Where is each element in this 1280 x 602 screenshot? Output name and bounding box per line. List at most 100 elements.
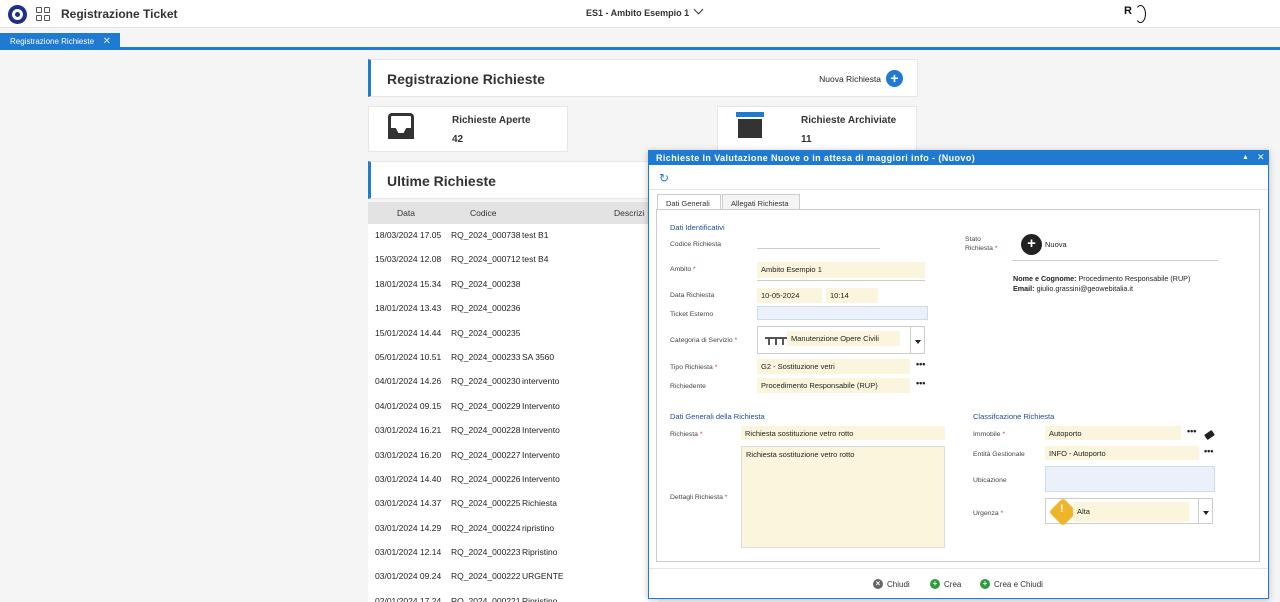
cell-desc: Intervento [522, 400, 560, 411]
cell-date: 15/01/2024 14.44 [375, 327, 442, 338]
cell-code: RQ_2024_000221 [451, 595, 521, 602]
apps-grid-icon[interactable] [36, 7, 50, 21]
requester-field[interactable]: Procedimento Responsabile (RUP) [757, 378, 910, 393]
registration-header-panel: Registrazione Richieste Nuova Richiesta … [368, 59, 918, 97]
table-row[interactable]: 03/01/2024 12.14 RQ_2024_000223 Ripristino [368, 541, 658, 565]
cell-code: RQ_2024_000225 [451, 498, 521, 509]
eraser-icon[interactable] [1204, 429, 1215, 441]
table-row[interactable]: 18/03/2024 17.05 RQ_2024_000738 test B1 [368, 224, 658, 248]
table-row[interactable]: 04/01/2024 14.26 RQ_2024_000230 intervento [368, 370, 658, 394]
table-row[interactable]: 03/01/2024 14.37 RQ_2024_000225 Richiesta [368, 492, 658, 516]
urgency-dropdown-icon[interactable] [1198, 498, 1213, 524]
requests-table: 18/03/2024 17.05 RQ_2024_000738 test B1 15/… [368, 224, 658, 602]
table-row[interactable]: 02/01/2024 17.24 RQ_2024_000221 Ripristino [368, 590, 658, 602]
archived-requests-card[interactable]: Richieste Archiviate 11 [717, 106, 917, 152]
tab-strip: Registrazione Richieste ✕ [0, 33, 1280, 50]
section-classification: Classifcazione Richiesta [973, 412, 1055, 421]
inbox-icon [388, 113, 414, 139]
create-and-close-button[interactable]: + Crea e Chiudi [980, 579, 1043, 589]
table-row[interactable]: 05/01/2024 10.51 RQ_2024_000233 SA 3560 [368, 346, 658, 370]
table-row[interactable]: 15/03/2024 12.08 RQ_2024_000712 test B4 [368, 248, 658, 272]
plus-icon: + [886, 70, 903, 87]
request-date-field[interactable]: 10-05-2024 [757, 288, 822, 303]
table-row[interactable]: 18/01/2024 13.43 RQ_2024_000236 [368, 297, 658, 321]
cell-code: RQ_2024_000235 [451, 327, 521, 338]
table-row[interactable]: 03/01/2024 09.24 RQ_2024_000222 URGENTE [368, 565, 658, 589]
cell-desc: Intervento [522, 449, 560, 460]
cell-date: 03/01/2024 14.37 [375, 498, 442, 509]
open-requests-count: 42 [452, 134, 464, 145]
table-row[interactable]: 03/01/2024 14.29 RQ_2024_000224 ripristino [368, 517, 658, 541]
column-header-code[interactable]: Codice [470, 208, 496, 218]
minimize-icon[interactable]: ▲ [1242, 154, 1249, 161]
new-request-label: Nuova Richiesta [819, 73, 881, 84]
cell-date: 18/01/2024 15.34 [375, 278, 442, 289]
cell-desc: Ripristino [522, 547, 558, 558]
new-request-button[interactable]: Nuova Richiesta + [819, 70, 903, 87]
latest-requests-header: Ultime Richieste [368, 161, 658, 199]
divider [649, 189, 1268, 190]
request-type-more-icon[interactable]: ••• [916, 359, 925, 369]
urgency-value: Alta [1073, 502, 1189, 522]
table-row[interactable]: 18/01/2024 15.34 RQ_2024_000238 [368, 273, 658, 297]
close-icon[interactable]: ✕ [1257, 152, 1265, 163]
plus-circle-icon: + [980, 579, 990, 589]
cell-date: 15/03/2024 12.08 [375, 254, 442, 265]
app-logo-icon[interactable] [8, 5, 27, 24]
create-button[interactable]: + Crea [930, 579, 961, 589]
plus-circle-icon: + [930, 579, 940, 589]
close-circle-icon: × [873, 579, 883, 589]
request-time-field[interactable]: 10:14 [826, 288, 878, 303]
refresh-icon[interactable]: ↻ [659, 171, 669, 185]
external-ticket-field[interactable] [757, 306, 928, 320]
table-row[interactable]: 03/01/2024 16.21 RQ_2024_000228 Intervento [368, 419, 658, 443]
context-selector[interactable]: ES1 - Ambito Esempio 1 [586, 4, 704, 18]
label-external-ticket: Ticket Esterno [670, 311, 714, 318]
cell-date: 05/01/2024 10.51 [375, 351, 442, 362]
status-plus-icon[interactable]: + [1021, 234, 1042, 255]
tab-attachments[interactable]: Allegati Richiesta [722, 194, 800, 210]
property-field[interactable]: Autoporto [1045, 426, 1181, 440]
label-requester: Richiedente [670, 383, 706, 390]
cell-desc: URGENTE [522, 571, 564, 582]
location-field[interactable] [1045, 466, 1215, 492]
property-more-icon[interactable]: ••• [1187, 426, 1196, 436]
table-row[interactable]: 03/01/2024 16.20 RQ_2024_000227 Intervento [368, 444, 658, 468]
table-row[interactable]: 03/01/2024 14.40 RQ_2024_000226 Intervento [368, 468, 658, 492]
open-requests-label: Richieste Aperte [452, 115, 531, 126]
label-managing-entity: Entità Gestionale [973, 451, 1025, 458]
label-property: Immobile * [973, 431, 1006, 438]
request-type-field[interactable]: G2 - Sostituzione vetri [757, 359, 910, 374]
open-requests-card[interactable]: Richieste Aperte 42 [368, 106, 568, 152]
cell-desc: test B4 [522, 254, 549, 265]
contact-email: Email: giulio.grassini@geowebitalia.it [1013, 284, 1133, 293]
request-details-textarea[interactable]: Richiesta sostituzione vetro rotto [741, 446, 945, 548]
cell-code: RQ_2024_000222 [451, 571, 521, 582]
cell-date: 04/01/2024 14.26 [375, 376, 442, 387]
requester-more-icon[interactable]: ••• [916, 378, 925, 388]
service-category-dropdown-icon[interactable] [910, 326, 925, 354]
request-field[interactable]: Richiesta sostituzione vetro rotto [741, 426, 945, 440]
column-header-date[interactable]: Data [397, 208, 415, 218]
scope-field[interactable]: Ambito Esempio 1 [757, 262, 925, 278]
cell-code: RQ_2024_000223 [451, 547, 521, 558]
close-button[interactable]: × Chiudi [873, 579, 910, 589]
table-row[interactable]: 15/01/2024 14.44 RQ_2024_000235 [368, 322, 658, 346]
request-code-field[interactable] [757, 248, 880, 249]
managing-entity-field[interactable]: INFO - Autoporto [1045, 446, 1199, 460]
cell-date: 03/01/2024 16.21 [375, 425, 442, 436]
label-location: Ubicazione [973, 477, 1007, 484]
railway-icon [765, 337, 787, 345]
tab-general-data[interactable]: Dati Generali [657, 194, 721, 210]
column-header-description[interactable]: Descrizi [614, 208, 644, 218]
cell-code: RQ_2024_000238 [451, 278, 521, 289]
tab-registrazione-richieste[interactable]: Registrazione Richieste ✕ [0, 33, 120, 50]
label-request-details: Dettagli Richiesta * [670, 494, 728, 501]
cell-date: 02/01/2024 17.24 [375, 595, 442, 602]
table-row[interactable]: 04/01/2024 09.15 RQ_2024_000229 Intervento [368, 395, 658, 419]
managing-entity-more-icon[interactable]: ••• [1204, 446, 1213, 456]
cell-date: 03/01/2024 14.29 [375, 522, 442, 533]
close-tab-icon[interactable]: ✕ [103, 36, 111, 47]
modal-title: Richieste In Valutazione Nuove o in atte… [656, 153, 976, 163]
user-avatar[interactable]: R [1124, 5, 1146, 23]
